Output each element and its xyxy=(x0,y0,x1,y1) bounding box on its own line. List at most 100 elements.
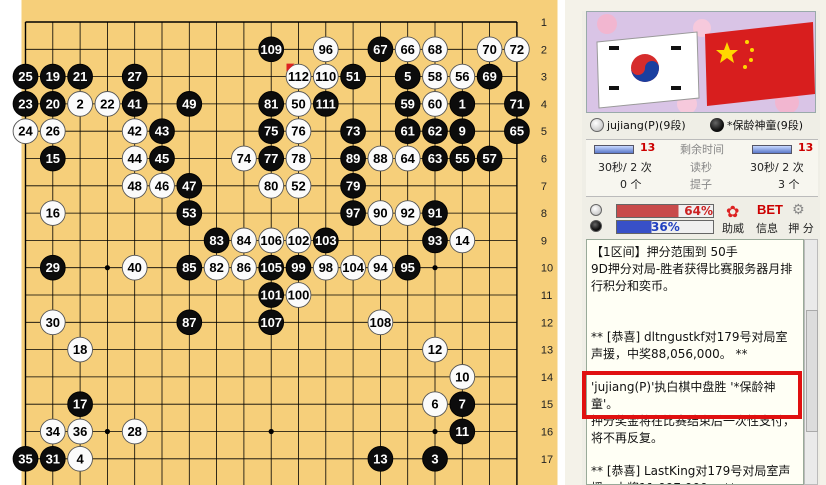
move-number: 80 xyxy=(264,178,278,193)
result-highlight-box xyxy=(582,371,802,419)
move-number: 25 xyxy=(18,69,32,84)
move-number: 91 xyxy=(428,206,442,221)
board-row-label: 16 xyxy=(541,427,553,439)
black-stone: 61 xyxy=(394,118,421,145)
cheer-icon[interactable]: ✿ xyxy=(726,202,739,221)
move-number: 27 xyxy=(127,69,141,84)
star-point xyxy=(104,265,110,271)
move-number: 96 xyxy=(319,42,333,57)
move-number: 93 xyxy=(428,233,442,248)
move-number: 86 xyxy=(237,260,251,275)
move-number: 7 xyxy=(459,397,466,412)
move-number: 40 xyxy=(127,260,141,275)
board-row-label: 1 xyxy=(541,17,547,29)
move-number: 10 xyxy=(455,369,469,384)
blue-support-bar: 36% xyxy=(616,220,714,234)
move-number: 30 xyxy=(46,315,60,330)
move-number: 103 xyxy=(315,233,337,248)
white-player: jujiang(P)(9段) xyxy=(590,117,686,133)
white-stone: 56 xyxy=(449,63,476,90)
move-number: 89 xyxy=(346,151,360,166)
black-stone: 55 xyxy=(449,145,476,172)
white-stone: 24 xyxy=(12,118,39,145)
black-stone: 45 xyxy=(149,145,175,172)
black-stone: 107 xyxy=(258,309,285,336)
white-stone: 78 xyxy=(285,145,312,172)
black-stone: 29 xyxy=(39,254,66,281)
black-radio-icon[interactable] xyxy=(590,220,602,232)
move-number: 69 xyxy=(482,69,496,84)
move-number: 14 xyxy=(455,233,470,248)
left-time-count: 13 xyxy=(640,141,656,154)
black-stone: 101 xyxy=(258,282,285,308)
bet-logo-icon[interactable]: BET xyxy=(757,202,783,217)
move-number: 46 xyxy=(155,178,169,193)
move-number: 62 xyxy=(428,124,442,139)
move-number: 111 xyxy=(316,96,336,111)
board-row-label: 7 xyxy=(541,181,547,193)
white-stone: 88 xyxy=(367,145,394,172)
black-stone: 51 xyxy=(340,63,366,90)
black-stone: 67 xyxy=(367,36,394,63)
move-number: 56 xyxy=(455,69,469,84)
black-stone: 47 xyxy=(176,172,203,199)
move-number: 74 xyxy=(237,151,252,166)
white-stone: 34 xyxy=(39,418,66,445)
time-panel: 13 剩余时间 13 30秒/ 2 次 读秒 30秒/ 2 次 0 个 提子 3… xyxy=(586,139,818,197)
scrollbar-thumb[interactable] xyxy=(806,310,818,432)
white-stone: 82 xyxy=(203,254,230,281)
move-number: 17 xyxy=(73,397,87,412)
move-number: 53 xyxy=(182,206,196,221)
move-number: 75 xyxy=(264,124,278,139)
info-label[interactable]: 信息 xyxy=(752,220,782,236)
board-row-label: 15 xyxy=(541,399,553,411)
white-stone: 4 xyxy=(67,445,93,472)
move-number: 97 xyxy=(346,206,360,221)
move-number: 100 xyxy=(288,288,310,303)
move-number: 82 xyxy=(209,260,223,275)
white-stone: 40 xyxy=(121,254,148,281)
captures-label: 提子 xyxy=(690,178,712,191)
move-number: 72 xyxy=(510,42,524,57)
black-stone: 15 xyxy=(39,145,66,172)
move-number: 57 xyxy=(482,151,496,166)
black-stone: 95 xyxy=(394,254,421,281)
move-number: 48 xyxy=(127,178,141,193)
black-stone: 109 xyxy=(258,36,285,63)
move-number: 2 xyxy=(76,96,83,111)
white-stone: 48 xyxy=(121,172,148,199)
white-stone: 14 xyxy=(449,227,476,254)
white-radio-icon[interactable] xyxy=(590,204,602,216)
chat-log[interactable]: 【1区间】押分范围到 50手 9D押分对局-胜者获得比赛服务器月排行积分和奕币。… xyxy=(586,239,804,485)
stake-label[interactable]: 押 分 xyxy=(786,220,816,236)
go-board[interactable]: 1234567891011121314151617109 96 67 66 68 70 72… xyxy=(0,0,565,485)
white-stone: 110 xyxy=(312,63,339,90)
move-number: 9 xyxy=(459,124,466,139)
black-player: *保龄神童(9段) xyxy=(710,117,803,133)
black-stone: 71 xyxy=(504,91,530,117)
white-stone: 84 xyxy=(231,227,257,254)
cheer-label[interactable]: 助威 xyxy=(718,220,748,236)
right-captures: 3 个 xyxy=(778,178,800,191)
right-byoyomi: 30秒/ 2 次 xyxy=(750,161,804,174)
black-stone: 77 xyxy=(258,145,285,172)
move-number: 101 xyxy=(260,288,282,303)
white-stone: 26 xyxy=(39,118,66,145)
chat-scrollbar[interactable] xyxy=(804,239,818,485)
board-row-label: 13 xyxy=(541,345,553,357)
move-number: 1 xyxy=(459,96,466,111)
stake-coins-icon[interactable]: ⚙ xyxy=(792,202,805,218)
white-stone: 18 xyxy=(67,336,93,363)
move-number: 20 xyxy=(46,96,60,111)
move-number: 36 xyxy=(73,424,87,439)
korea-china-flags-image xyxy=(587,12,815,112)
move-number: 5 xyxy=(404,69,411,84)
white-stone: 28 xyxy=(121,418,148,445)
star-point xyxy=(104,428,110,435)
black-stone: 43 xyxy=(149,118,175,145)
move-number: 35 xyxy=(18,451,32,466)
black-stone: 87 xyxy=(176,309,203,336)
move-number: 63 xyxy=(428,151,442,166)
black-stone: 59 xyxy=(394,91,421,117)
white-stone: 86 xyxy=(231,254,257,281)
